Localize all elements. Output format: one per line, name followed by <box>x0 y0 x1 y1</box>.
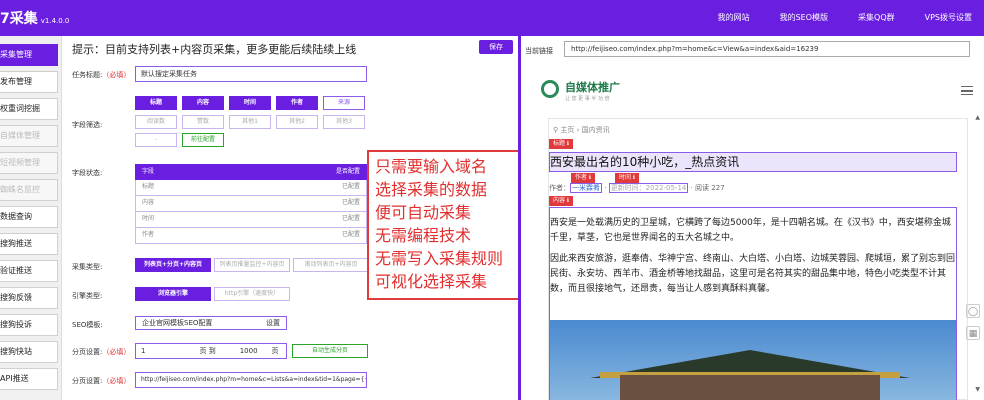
nav-qq-group[interactable]: 采集QQ群 <box>858 12 895 23</box>
engine-browser[interactable]: 浏览器引擎 <box>135 287 211 301</box>
field-status-table: 字段 是否配置 标题 已配置 内容 已配置 时间 已配置 作者 已配置 <box>135 164 367 244</box>
sidebar: 采集管理 发布管理 权重词挖掘 自媒体管理 短视频管理 蜘蛛名监控 数据查询 搜… <box>0 36 62 400</box>
collect-type-list-page[interactable]: 列表页+分页+内容页 <box>135 258 211 272</box>
chip-other2[interactable]: 其他2 <box>276 115 318 129</box>
table-header: 字段 是否配置 <box>135 164 367 180</box>
annotation-line: 无需编程技术 <box>375 226 472 245</box>
task-title-label: 任务标题:（必填） <box>72 71 131 79</box>
top-nav: 我的网站 我的SEO模版 采集QQ群 VPS拨号设置 <box>718 12 972 23</box>
annotation-line: 只需要输入域名 <box>375 157 488 176</box>
nav-seo-templates[interactable]: 我的SEO模版 <box>780 12 828 23</box>
current-url-input[interactable]: http://feijiseo.com/index.php?m=home&c=V… <box>564 41 970 57</box>
sidebar-item-verify-push[interactable]: 验证推送 <box>0 260 58 282</box>
annotation-line: 便可自动采集 <box>375 203 472 222</box>
pagination-url-label: 分页设置:（必填） <box>72 377 131 385</box>
sidebar-item-keyword-mining[interactable]: 权重词挖掘 <box>0 98 58 120</box>
site-logo-text: 自媒体推广 <box>565 81 620 94</box>
annotation-line: 选择采集的数据 <box>375 180 488 199</box>
seo-label: SEO模板: <box>72 321 103 329</box>
pagination-range-input[interactable]: 1页 到 1000 页 <box>135 343 287 359</box>
page-from: 1 <box>141 347 146 355</box>
sidebar-item-api-push[interactable]: API推送 <box>0 368 58 390</box>
sidebar-item-data-query[interactable]: 数据查询 <box>0 206 58 228</box>
table-row: 作者 已配置 <box>135 228 367 244</box>
article-meta: 作者： 一米霖肴 · 更新时间：2022-05-14 · 阅读 227 <box>549 183 725 193</box>
chip-source[interactable]: 来源 <box>323 96 365 110</box>
tag-content: 内容 ℹ <box>549 196 574 206</box>
collect-type-monitor[interactable]: 列表页推量监控+内容页 <box>214 258 290 272</box>
app-version: v1.4.0.0 <box>40 17 70 25</box>
article-body[interactable]: 西安是一处载满历史的卫星城，它横跨了每边5000年，是十四朝名城。在《汉书》中，… <box>549 207 957 400</box>
tag-author: 作者 ℹ <box>571 173 596 183</box>
nav-vps-settings[interactable]: VPS拨号设置 <box>925 12 972 23</box>
sidebar-item-sogou-site[interactable]: 搜狗快站 <box>0 341 58 363</box>
preview-pane: 当前链接 http://feijiseo.com/index.php?m=hom… <box>521 36 984 400</box>
comment-icon[interactable]: ◯ <box>966 304 980 318</box>
table-row: 时间 已配置 <box>135 212 367 228</box>
chip-content[interactable]: 内容 <box>182 96 224 110</box>
sidebar-item-collect[interactable]: 采集管理 <box>0 44 58 66</box>
collect-type-scroll[interactable]: 滚动列表页+内容页 <box>293 258 369 272</box>
site-logo-slogan: 让 您 更 事 半 功 倍 <box>565 96 610 102</box>
current-url-label: 当前链接 <box>525 47 553 55</box>
field-filter-label: 字段筛选: <box>72 121 103 129</box>
sidebar-item-publish[interactable]: 发布管理 <box>0 71 58 93</box>
sidebar-item-video: 短视频管理 <box>0 152 58 174</box>
tag-time: 时间 ℹ <box>615 173 640 183</box>
table-row: 内容 已配置 <box>135 196 367 212</box>
pagination-label: 分页设置:（必填） <box>72 348 131 356</box>
floating-tools: ◯ ▦ <box>966 304 982 348</box>
pagination-url-input[interactable]: http://feijiseo.com/index.php?m=home&c=L… <box>135 372 367 388</box>
chip-other1[interactable]: 其他1 <box>229 115 271 129</box>
article-author[interactable]: 一米霖肴 <box>570 183 602 193</box>
qrcode-icon[interactable]: ▦ <box>966 326 980 340</box>
table-row: 标题 已配置 <box>135 180 367 196</box>
chip-other3[interactable]: 其他3 <box>323 115 365 129</box>
article-paragraph: 因此来西安旅游，逛奉倩、华神宁宫、终南山、大白塔、小白塔、边城芙蓉园、爬城垣，累… <box>550 254 956 294</box>
collect-type-label: 采集类型: <box>72 263 103 271</box>
field-status-label: 字段状态: <box>72 169 103 177</box>
site-header: 自媒体推广 让 您 更 事 半 功 倍 <box>537 76 977 106</box>
scroll-down-arrow-icon[interactable]: ▼ <box>975 386 980 393</box>
sidebar-item-sogou-feedback[interactable]: 搜狗反馈 <box>0 287 58 309</box>
go-config-button[interactable]: 前往配置 <box>182 133 224 147</box>
engine-http[interactable]: http引擎（速度快） <box>214 287 290 301</box>
sidebar-item-sogou-complaint[interactable]: 搜狗投诉 <box>0 314 58 336</box>
save-button[interactable]: 保存 <box>479 40 513 54</box>
article-views: · 阅读 227 <box>690 184 725 192</box>
top-bar: 7采集 v1.4.0.0 我的网站 我的SEO模版 采集QQ群 VPS拨号设置 <box>0 0 984 36</box>
article-title[interactable]: 西安最出名的10种小吃，_热点资讯 <box>549 152 957 172</box>
breadcrumb: ⚲ 主页 › 国内资讯 <box>553 126 610 134</box>
annotation-line: 无需写入采集规则 <box>375 249 504 268</box>
article-container: ⚲ 主页 › 国内资讯 标题 ℹ 西安最出名的10种小吃，_热点资讯 作者 ℹ … <box>548 118 968 400</box>
scroll-up-arrow-icon[interactable]: ▲ <box>975 114 980 121</box>
auto-generate-pagination-button[interactable]: 自动生成分页 <box>292 344 368 358</box>
seo-set-button[interactable]: 设置 <box>266 317 280 329</box>
site-logo-icon <box>541 80 559 98</box>
hamburger-menu-icon[interactable] <box>961 86 973 95</box>
task-title-input[interactable]: 默认搜定采集任务 <box>135 66 367 82</box>
sidebar-item-media: 自媒体管理 <box>0 125 58 147</box>
article-photo <box>550 320 956 400</box>
app-title: 7采集 v1.4.0.0 <box>0 11 70 27</box>
hint-text: 提示：目前支持列表+内容页采集，更多更能后续陆续上线 <box>72 43 357 56</box>
chip-likes[interactable]: 赞数 <box>182 115 224 129</box>
chip-minus[interactable]: - <box>135 133 177 147</box>
chip-title[interactable]: 标题 <box>135 96 177 110</box>
sidebar-item-sogou-push[interactable]: 搜狗推送 <box>0 233 58 255</box>
page-to: 1000 <box>239 347 258 355</box>
chip-author[interactable]: 作者 <box>276 96 318 110</box>
seo-template-select[interactable]: 企业官网模板SEO配置 设置 <box>135 316 287 330</box>
annotation-line: 可视化选择采集 <box>375 272 488 291</box>
photo-wall <box>620 375 880 400</box>
sidebar-item-spider: 蜘蛛名监控 <box>0 179 58 201</box>
chip-time[interactable]: 时间 <box>229 96 271 110</box>
feature-annotation: 只需要输入域名 选择采集的数据 便可自动采集 无需编程技术 无需写入采集规则 可… <box>367 150 523 300</box>
engine-label: 引擎类型: <box>72 292 103 300</box>
article-paragraph: 西安是一处载满历史的卫星城，它横跨了每边5000年，是十四朝名城。在《汉书》中，… <box>550 218 951 243</box>
nav-my-sites[interactable]: 我的网站 <box>718 12 750 23</box>
chip-reads[interactable]: 阅读数 <box>135 115 177 129</box>
article-time[interactable]: 更新时间：2022-05-14 <box>608 183 689 193</box>
tag-title: 标题 ℹ <box>549 139 574 149</box>
